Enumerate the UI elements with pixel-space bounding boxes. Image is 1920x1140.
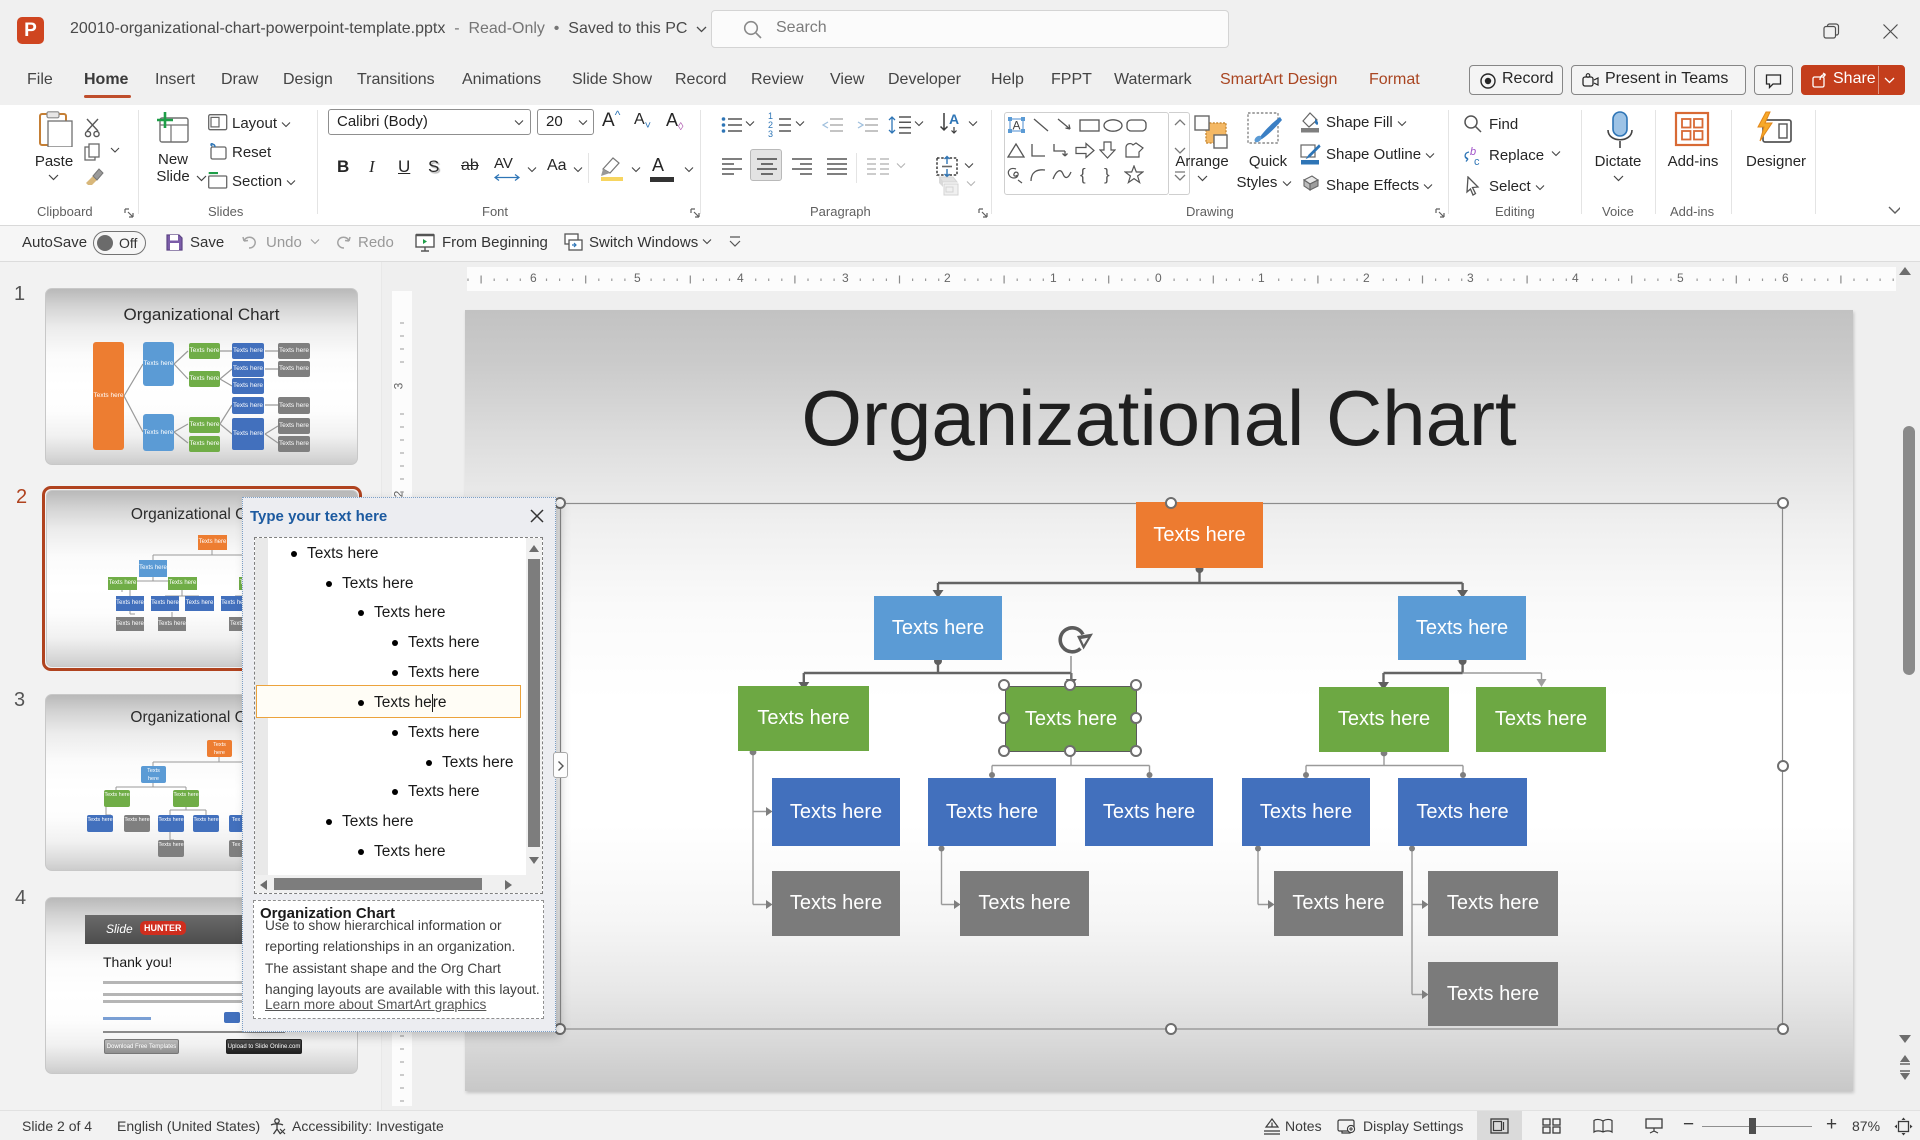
svg-text:A: A: [949, 111, 959, 127]
svg-text:A: A: [1013, 119, 1021, 133]
svg-text:c: c: [1474, 156, 1480, 167]
